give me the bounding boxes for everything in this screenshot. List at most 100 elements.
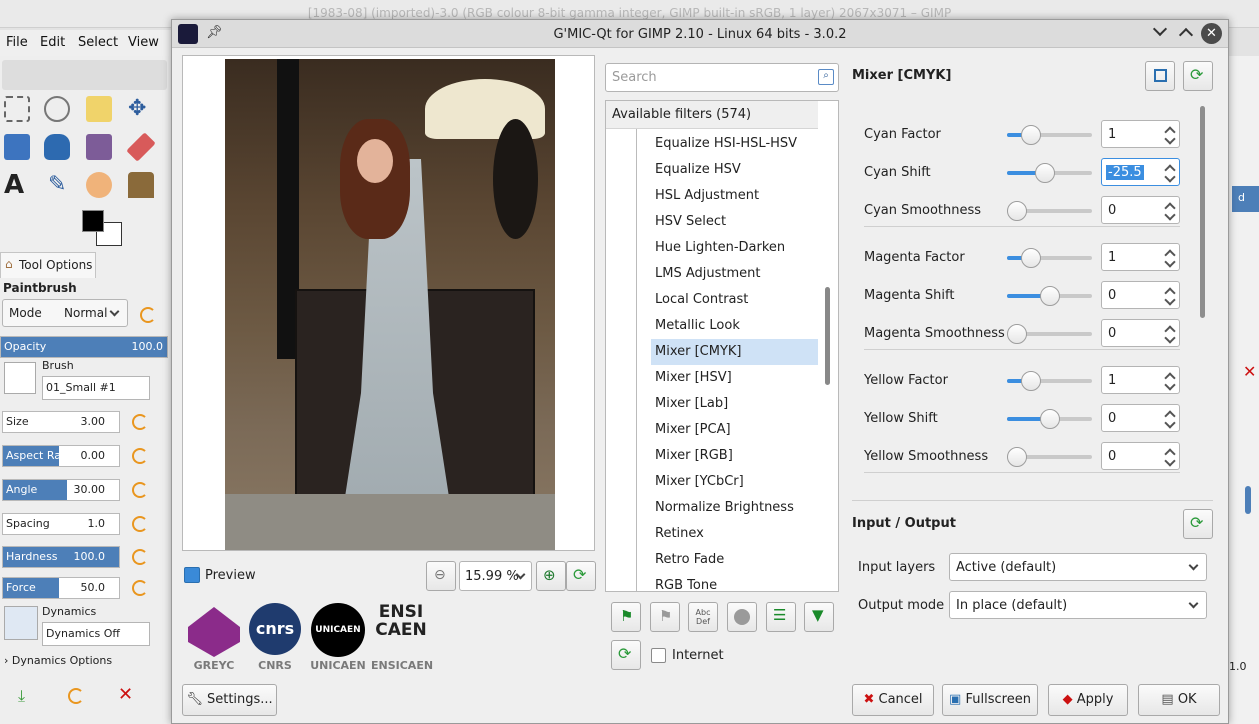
reset-aspect-icon[interactable] — [132, 448, 148, 464]
filter-item[interactable]: Normalize Brightness — [651, 495, 818, 521]
filter-item[interactable]: Mixer [YCbCr] — [651, 469, 818, 495]
filter-tree[interactable]: Available filters (574) Equalize HSI-HSL… — [605, 100, 839, 592]
filter-item[interactable]: HSL Adjustment — [651, 183, 818, 209]
filter-item[interactable]: Retinex — [651, 521, 818, 547]
close-icon[interactable]: ✕ — [1201, 23, 1222, 44]
param-slider[interactable] — [1007, 201, 1092, 221]
spin-down-icon[interactable] — [1164, 256, 1176, 268]
spin-down-icon[interactable] — [1164, 294, 1176, 306]
filter-item[interactable]: Mixer [PCA] — [651, 417, 818, 443]
opacity-slider[interactable]: Opacity 100.0 — [0, 336, 168, 358]
right-delete-icon[interactable]: ✕ — [1243, 362, 1256, 381]
input-layers-select[interactable]: Active (default) — [949, 553, 1207, 581]
menu-file[interactable]: File — [6, 35, 28, 50]
filter-item[interactable]: Equalize HSI-HSL-HSV — [651, 131, 818, 157]
smudge-tool-icon[interactable] — [86, 172, 112, 198]
spin-down-icon[interactable] — [1164, 379, 1176, 391]
ok-button[interactable]: ▤ OK — [1138, 684, 1220, 716]
fullscreen-button[interactable]: ▣ Fullscreen — [942, 684, 1038, 716]
reset-force-icon[interactable] — [132, 580, 148, 596]
cancel-button[interactable]: ✖ Cancel — [852, 684, 934, 716]
filter-item[interactable]: Mixer [HSV] — [651, 365, 818, 391]
reset-icon[interactable] — [140, 307, 156, 323]
remove-favorite-button[interactable]: ⚑ — [650, 602, 680, 632]
param-spinbox[interactable]: 0 — [1101, 404, 1180, 432]
filter-item[interactable]: Equalize HSV — [651, 157, 818, 183]
rect-select-tool-icon[interactable] — [4, 96, 30, 122]
param-spinbox[interactable]: 1 — [1101, 243, 1180, 271]
reset-angle-icon[interactable] — [132, 482, 148, 498]
output-mode-select[interactable]: In place (default) — [949, 591, 1207, 619]
restore-options-icon[interactable] — [68, 688, 84, 704]
param-spinbox[interactable]: 0 — [1101, 442, 1180, 470]
param-spinbox[interactable]: 1 — [1101, 120, 1180, 148]
spin-down-icon[interactable] — [1164, 209, 1176, 221]
lasso-tool-icon[interactable] — [44, 96, 70, 122]
rename-favorite-button[interactable]: Abc Def — [688, 602, 718, 632]
slider-handle[interactable] — [1020, 371, 1041, 391]
param-slider[interactable] — [1007, 324, 1092, 344]
reset-parameters-button[interactable]: ⟳ — [1183, 61, 1213, 91]
param-spinbox[interactable]: 0 — [1101, 319, 1180, 347]
reset-spacing-icon[interactable] — [132, 516, 148, 532]
spin-down-icon[interactable] — [1164, 417, 1176, 429]
param-spinbox[interactable]: 0 — [1101, 281, 1180, 309]
transform-tool-icon[interactable] — [4, 134, 30, 160]
bucket-tool-icon[interactable] — [86, 134, 112, 160]
preview-area[interactable] — [182, 55, 595, 551]
filter-item[interactable]: Mixer [Lab] — [651, 391, 818, 417]
menu-select[interactable]: Select — [78, 35, 118, 50]
spin-down-icon[interactable] — [1164, 455, 1176, 467]
filter-item[interactable]: Metallic Look — [651, 313, 818, 339]
brush-preview[interactable] — [4, 362, 36, 394]
slider-handle[interactable] — [1007, 201, 1027, 221]
stamp-tool-icon[interactable] — [128, 172, 154, 198]
reset-hardness-icon[interactable] — [132, 549, 148, 565]
force-slider[interactable]: Force 50.0 — [2, 577, 120, 599]
search-icon[interactable]: ⌕ — [818, 69, 834, 85]
spacing-slider[interactable]: Spacing 1.0 — [2, 513, 120, 535]
reset-size-icon[interactable] — [132, 414, 148, 430]
settings-button[interactable]: 🔧︎ Settings... — [182, 684, 277, 716]
move-down-button[interactable]: ▼ — [804, 602, 834, 632]
delete-options-icon[interactable]: ✕ — [118, 684, 133, 705]
filter-item[interactable]: HSV Select — [651, 209, 818, 235]
dynamics-field[interactable]: Dynamics Off — [42, 622, 150, 646]
search-input[interactable]: Search ⌕ — [605, 63, 839, 92]
filter-item[interactable]: RGB Tone — [651, 573, 818, 591]
menu-edit[interactable]: Edit — [40, 35, 65, 50]
param-slider[interactable] — [1007, 163, 1092, 183]
visibility-button[interactable] — [727, 602, 757, 632]
spin-down-icon[interactable] — [1164, 133, 1176, 145]
color-picker-icon[interactable]: ✎ — [48, 172, 66, 197]
filter-scrollbar[interactable] — [825, 287, 830, 385]
param-spinbox[interactable]: -25.5 — [1101, 158, 1180, 186]
brush-name-field[interactable]: 01_Small #1 — [42, 376, 150, 400]
filter-item[interactable]: LMS Adjustment — [651, 261, 818, 287]
params-scroll-area[interactable]: Cyan Factor 1 Cyan Shift -25.5 Cyan Smoothne… — [852, 100, 1188, 490]
fuzzy-select-tool-icon[interactable] — [86, 96, 112, 122]
slider-handle[interactable] — [1020, 248, 1041, 268]
apply-button[interactable]: ◆ Apply — [1048, 684, 1128, 716]
slider-handle[interactable] — [1007, 447, 1027, 467]
filter-item[interactable]: Retro Fade — [651, 547, 818, 573]
param-spinbox[interactable]: 0 — [1101, 196, 1180, 224]
zoom-out-button[interactable]: ⊖ — [426, 561, 456, 591]
filter-item[interactable]: Hue Lighten-Darken — [651, 235, 818, 261]
angle-slider[interactable]: Angle 30.00 — [2, 479, 120, 501]
param-slider[interactable] — [1007, 125, 1092, 145]
param-slider[interactable] — [1007, 409, 1092, 429]
spin-down-icon[interactable] — [1164, 332, 1176, 344]
param-slider[interactable] — [1007, 371, 1092, 391]
slider-handle[interactable] — [1007, 324, 1027, 344]
slider-handle[interactable] — [1035, 163, 1056, 183]
dynamics-options-expander[interactable]: › Dynamics Options — [4, 654, 112, 667]
menu-view[interactable]: View — [128, 35, 159, 50]
tab-tool-options[interactable]: ⌂ Tool Options — [0, 252, 96, 278]
zoom-select[interactable]: 15.99 % — [459, 561, 532, 591]
dynamics-icon[interactable] — [4, 606, 38, 640]
slider-handle[interactable] — [1020, 125, 1041, 145]
zoom-in-button[interactable]: ⊕ — [536, 561, 566, 591]
slider-handle[interactable] — [1039, 286, 1060, 306]
right-scrollbar[interactable] — [1245, 486, 1251, 514]
